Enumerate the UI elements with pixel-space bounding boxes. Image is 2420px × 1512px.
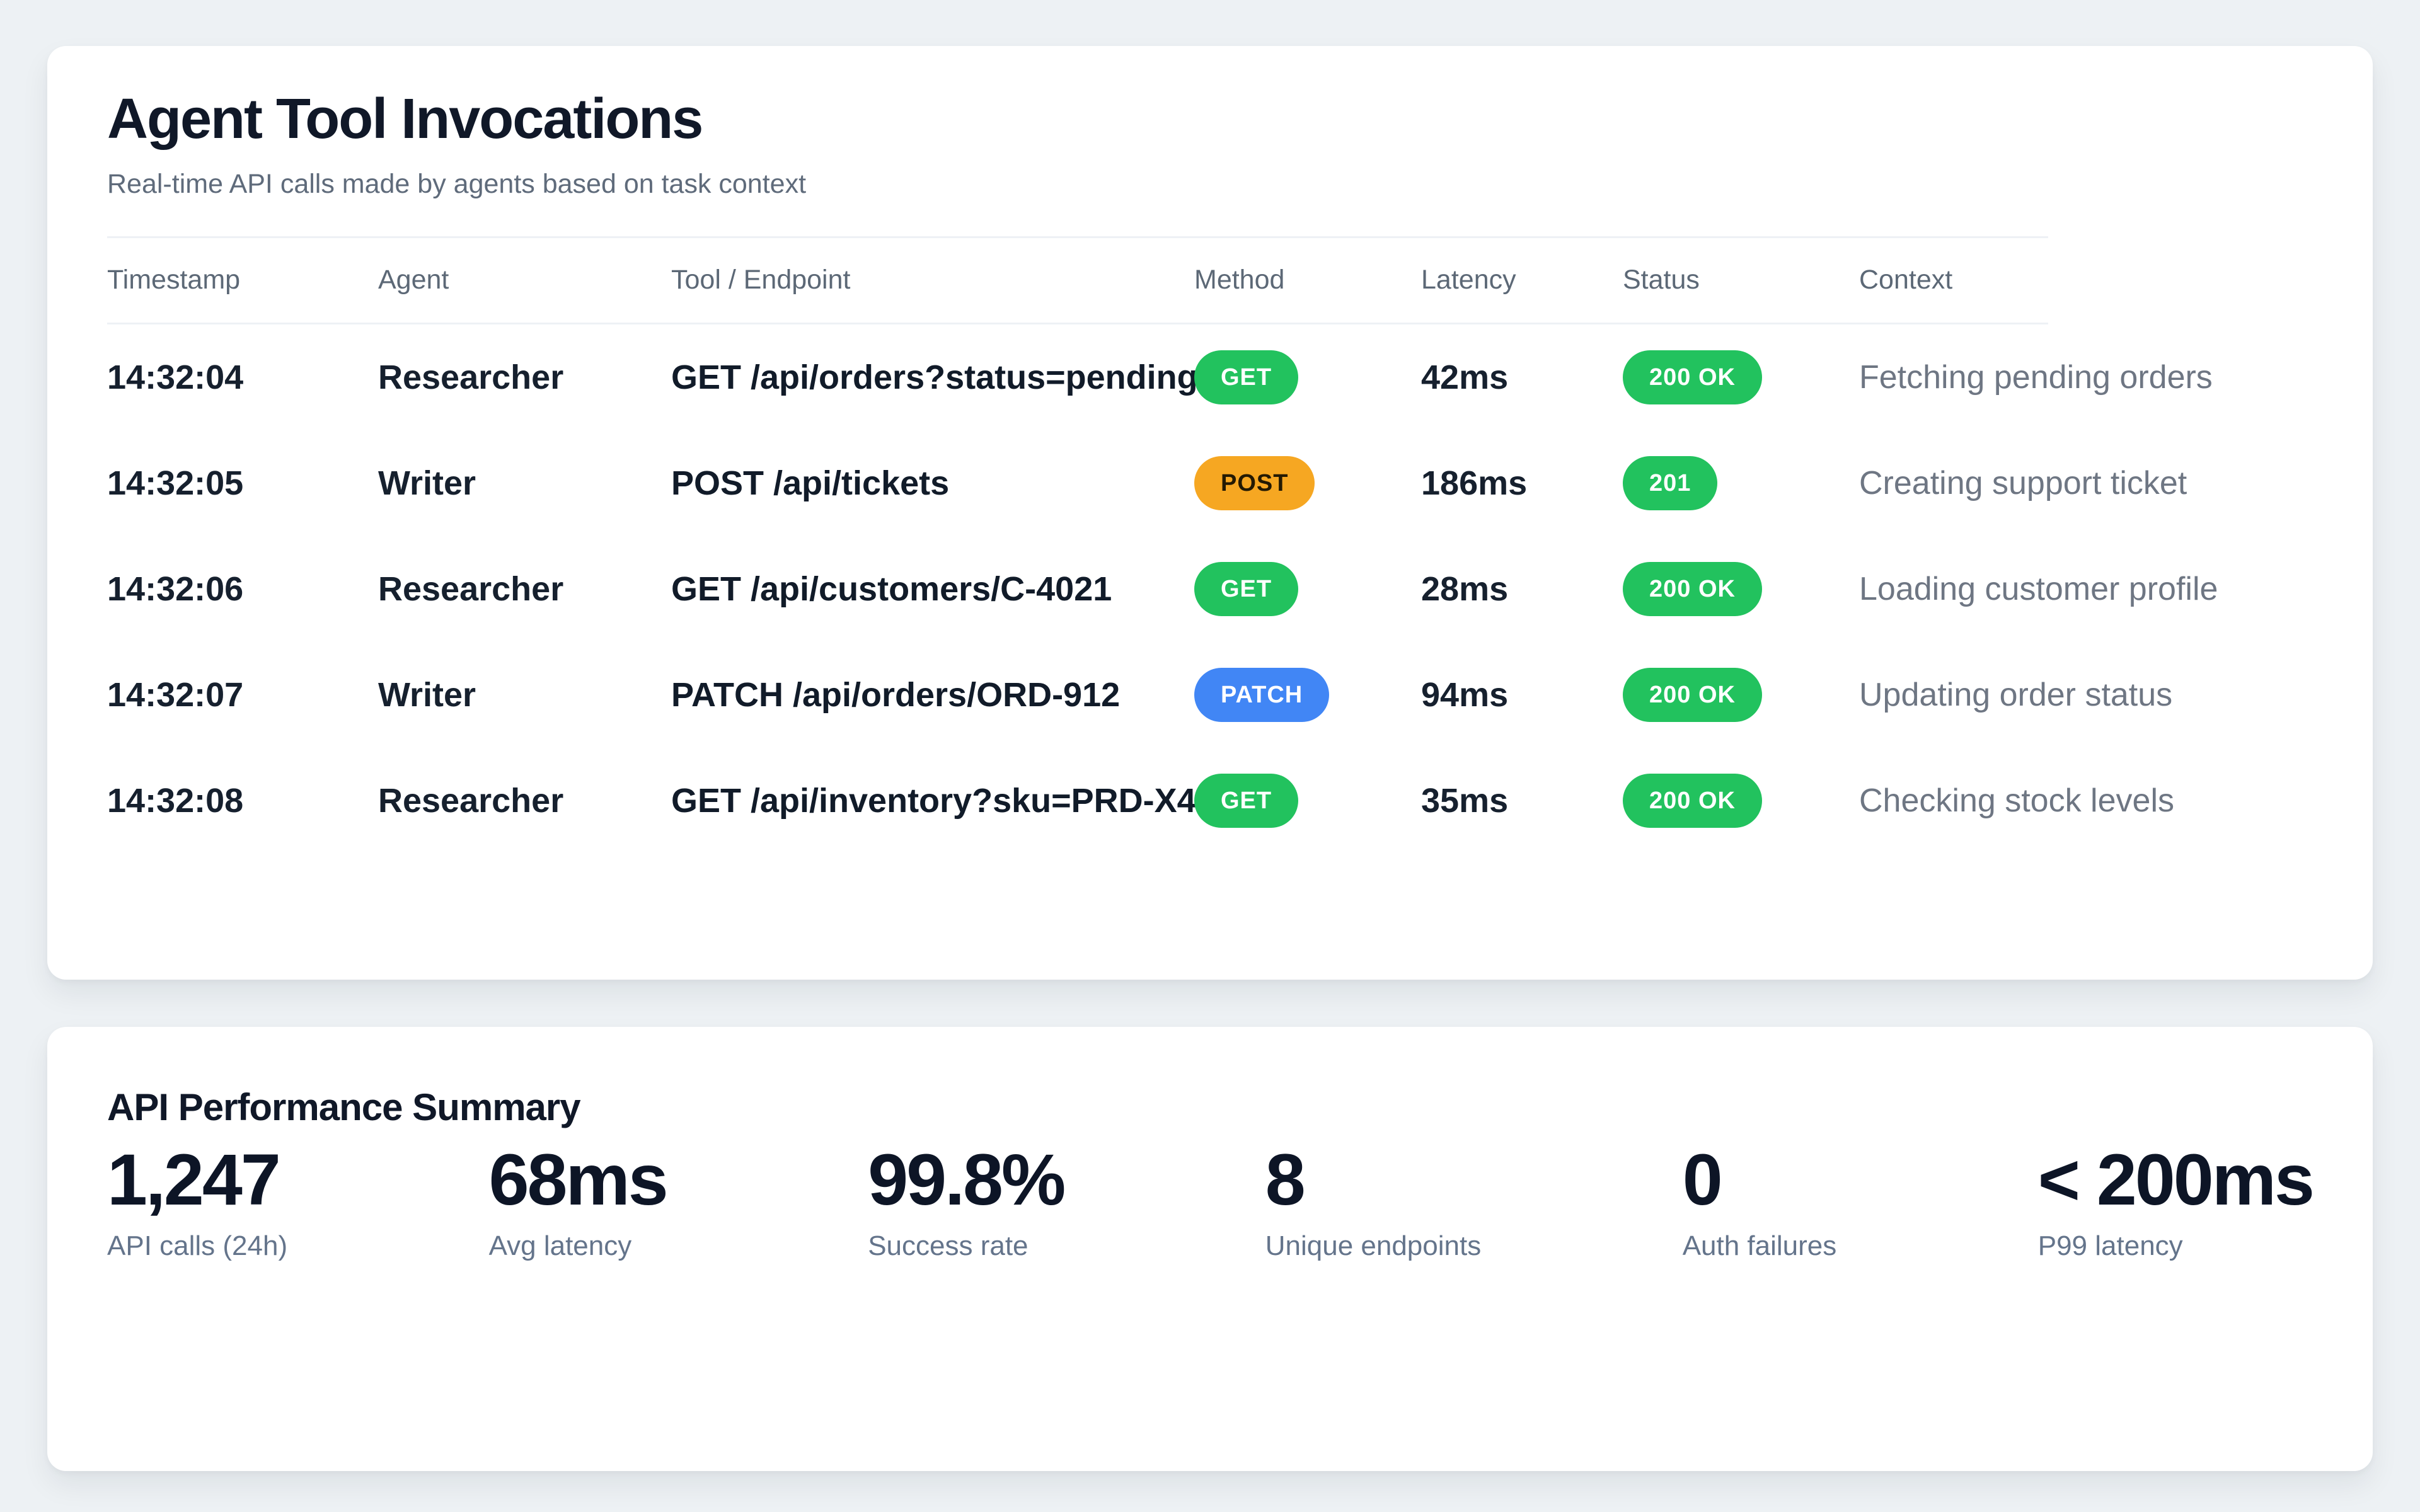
table-header-row: TimestampAgentTool / EndpointMethodLaten…	[107, 236, 2048, 324]
table-row: 14:32:04 Researcher GET /api/orders?stat…	[107, 324, 2048, 430]
cell-latency: 94ms	[1421, 675, 1623, 714]
page-title: Agent Tool Invocations	[107, 85, 2313, 153]
cell-agent: Researcher	[378, 781, 671, 820]
invocations-card: Agent Tool Invocations Real-time API cal…	[47, 46, 2373, 980]
cell-timestamp: 14:32:04	[107, 358, 378, 397]
method-badge: GET	[1194, 350, 1298, 404]
table-row: 14:32:06 Researcher GET /api/customers/C…	[107, 536, 2048, 642]
cell-endpoint: GET /api/inventory?sku=PRD-X42	[671, 781, 1194, 820]
cell-agent: Writer	[378, 464, 671, 503]
cell-agent: Researcher	[378, 570, 671, 609]
cell-timestamp: 14:32:08	[107, 781, 378, 820]
status-badge: 200 OK	[1623, 668, 1762, 722]
cell-latency: 35ms	[1421, 781, 1623, 820]
stat-value: 68ms	[489, 1140, 667, 1220]
table-body: 14:32:04 Researcher GET /api/orders?stat…	[107, 324, 2313, 854]
cell-endpoint: PATCH /api/orders/ORD-912	[671, 675, 1194, 714]
summary-title: API Performance Summary	[107, 1085, 2313, 1130]
stat-label: P99 latency	[2038, 1230, 2313, 1262]
column-header-tool-endpoint: Tool / Endpoint	[671, 265, 1194, 295]
status-badge: 200 OK	[1623, 350, 1762, 404]
cell-agent: Researcher	[378, 358, 671, 397]
cell-context: Checking stock levels	[1859, 782, 2048, 820]
cell-context: Updating order status	[1859, 676, 2048, 714]
column-header-latency: Latency	[1421, 265, 1623, 295]
stat-value: 99.8%	[868, 1140, 1064, 1220]
status-badge: 201	[1623, 456, 1717, 510]
stat-label: Avg latency	[489, 1230, 667, 1262]
cell-latency: 28ms	[1421, 570, 1623, 609]
stat-label: Auth failures	[1683, 1230, 1837, 1262]
method-badge: GET	[1194, 562, 1298, 616]
cell-timestamp: 14:32:05	[107, 464, 378, 503]
summary-card: API Performance Summary 1,247 API calls …	[47, 1027, 2373, 1471]
stat-label: API calls (24h)	[107, 1230, 287, 1262]
cell-endpoint: GET /api/orders?status=pending	[671, 358, 1194, 397]
column-header-method: Method	[1194, 265, 1421, 295]
summary-stats-row: 1,247 API calls (24h) 68ms Avg latency 9…	[107, 1140, 2313, 1262]
table-row: 14:32:08 Researcher GET /api/inventory?s…	[107, 748, 2048, 854]
stat-value: 8	[1265, 1140, 1481, 1220]
column-header-status: Status	[1623, 265, 1859, 295]
summary-stat: 99.8% Success rate	[868, 1140, 1064, 1262]
column-header-agent: Agent	[378, 265, 671, 295]
summary-stat: 68ms Avg latency	[489, 1140, 667, 1262]
summary-stat: 0 Auth failures	[1683, 1140, 1837, 1262]
method-badge: GET	[1194, 774, 1298, 828]
page: Agent Tool Invocations Real-time API cal…	[0, 0, 2420, 1512]
cell-endpoint: POST /api/tickets	[671, 464, 1194, 503]
stat-label: Unique endpoints	[1265, 1230, 1481, 1262]
stat-value: 0	[1683, 1140, 1837, 1220]
status-badge: 200 OK	[1623, 562, 1762, 616]
stat-label: Success rate	[868, 1230, 1064, 1262]
summary-stat: 8 Unique endpoints	[1265, 1140, 1481, 1262]
invocations-table: TimestampAgentTool / EndpointMethodLaten…	[107, 236, 2313, 854]
summary-stat: < 200ms P99 latency	[2038, 1140, 2313, 1262]
cell-context: Creating support ticket	[1859, 464, 2048, 502]
cell-latency: 186ms	[1421, 464, 1623, 503]
cell-timestamp: 14:32:07	[107, 675, 378, 714]
cell-context: Loading customer profile	[1859, 570, 2048, 608]
method-badge: POST	[1194, 456, 1315, 510]
column-header-context: Context	[1859, 265, 2048, 295]
stat-value: < 200ms	[2038, 1140, 2313, 1220]
status-badge: 200 OK	[1623, 774, 1762, 828]
method-badge: PATCH	[1194, 668, 1329, 722]
stat-value: 1,247	[107, 1140, 287, 1220]
cell-context: Fetching pending orders	[1859, 358, 2048, 396]
cell-latency: 42ms	[1421, 358, 1623, 397]
table-row: 14:32:07 Writer PATCH /api/orders/ORD-91…	[107, 642, 2048, 748]
column-header-timestamp: Timestamp	[107, 265, 378, 295]
cell-endpoint: GET /api/customers/C-4021	[671, 570, 1194, 609]
page-subtitle: Real-time API calls made by agents based…	[107, 167, 2313, 202]
table-row: 14:32:05 Writer POST /api/tickets POST 1…	[107, 430, 2048, 536]
cell-timestamp: 14:32:06	[107, 570, 378, 609]
summary-stat: 1,247 API calls (24h)	[107, 1140, 287, 1262]
cell-agent: Writer	[378, 675, 671, 714]
